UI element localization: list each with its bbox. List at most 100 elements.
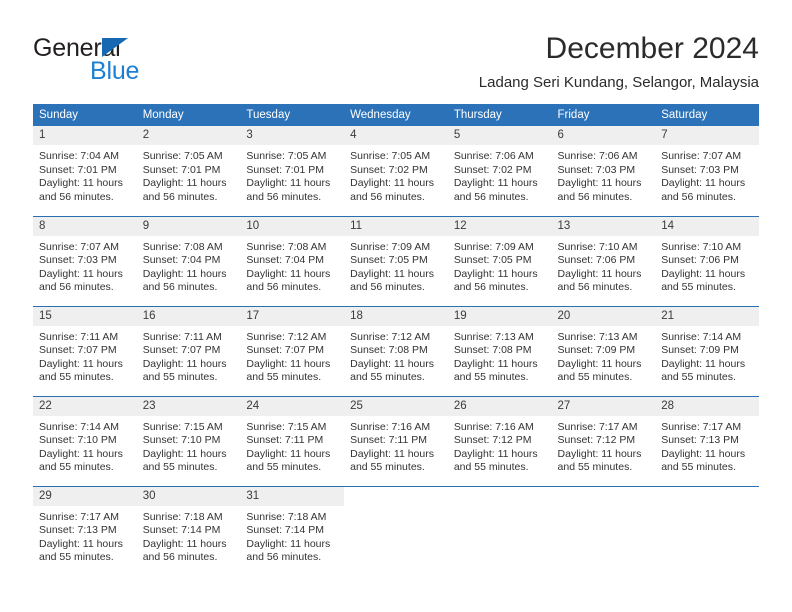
calendar-table: Sunday Monday Tuesday Wednesday Thursday Frid… bbox=[33, 104, 759, 576]
sunrise-time: Sunrise: 7:08 AM bbox=[246, 240, 327, 253]
day-cell[interactable]: 2 Sunrise: 7:05 AM Sunset: 7:01 PM Daylight… bbox=[136, 126, 241, 216]
day-sun-info: Sunrise: 7:16 AM Sunset: 7:11 PM Daylight:… bbox=[344, 416, 448, 475]
sunrise-time: Sunrise: 7:11 AM bbox=[142, 330, 222, 343]
day-cell[interactable]: 5 Sunrise: 7:06 AM Sunset: 7:02 PM Daylight… bbox=[447, 126, 552, 216]
sunrise-time: Sunrise: 7:11 AM bbox=[39, 330, 119, 343]
day-sun-info: Sunrise: 7:13 AM Sunset: 7:09 PM Daylight:… bbox=[552, 326, 656, 385]
day-sun-info: Sunrise: 7:07 AM Sunset: 7:03 PM Daylight:… bbox=[33, 236, 137, 295]
sunrise-time: Sunrise: 7:12 AM bbox=[350, 330, 431, 343]
daylight-duration-line1: Daylight: 11 hours bbox=[661, 177, 746, 190]
sunrise-time: Sunrise: 7:05 AM bbox=[142, 150, 223, 162]
day-number: 23 bbox=[136, 396, 241, 416]
day-cell[interactable]: 29 Sunrise: 7:17 AM Sunset: 7:13 PM Dayligh… bbox=[33, 485, 137, 576]
daylight-duration-line2: and 56 minutes. bbox=[142, 281, 218, 294]
sunset-time: Sunset: 7:01 PM bbox=[142, 163, 221, 176]
daylight-duration-line2: and 55 minutes. bbox=[350, 371, 425, 384]
day-cell[interactable]: 23 Sunrise: 7:15 AM Sunset: 7:10 PM Dayligh… bbox=[136, 395, 241, 486]
day-cell[interactable]: 20 Sunrise: 7:13 AM Sunset: 7:09 PM Dayligh… bbox=[551, 305, 656, 396]
day-cell[interactable]: 9 Sunrise: 7:08 AM Sunset: 7:04 PM Daylight… bbox=[136, 215, 241, 306]
daylight-duration-line1: Daylight: 11 hours bbox=[39, 357, 123, 370]
weekday-header-wednesday: Wednesday bbox=[344, 104, 448, 126]
day-cell[interactable]: 25 Sunrise: 7:16 AM Sunset: 7:11 PM Dayligh… bbox=[344, 395, 448, 486]
day-cell[interactable]: 21 Sunrise: 7:14 AM Sunset: 7:09 PM Dayligh… bbox=[655, 305, 759, 396]
day-cell[interactable]: 18 Sunrise: 7:12 AM Sunset: 7:08 PM Dayligh… bbox=[344, 305, 448, 396]
sunset-time: Sunset: 7:09 PM bbox=[661, 344, 739, 357]
day-sun-info: Sunrise: 7:06 AM Sunset: 7:02 PM Daylight:… bbox=[448, 145, 552, 204]
day-cell[interactable]: 11 Sunrise: 7:09 AM Sunset: 7:05 PM Dayligh… bbox=[344, 215, 448, 306]
day-cell[interactable]: 31 Sunrise: 7:18 AM Sunset: 7:14 PM Dayligh… bbox=[240, 485, 345, 576]
sunset-time: Sunset: 7:01 PM bbox=[246, 163, 325, 176]
day-number: 9 bbox=[136, 216, 241, 236]
day-cell[interactable]: 30 Sunrise: 7:18 AM Sunset: 7:14 PM Dayligh… bbox=[136, 485, 241, 576]
daylight-duration-line1: Daylight: 11 hours bbox=[557, 267, 642, 280]
day-sun-info: Sunrise: 7:18 AM Sunset: 7:14 PM Daylight:… bbox=[137, 506, 241, 565]
day-cell[interactable]: 19 Sunrise: 7:13 AM Sunset: 7:08 PM Dayligh… bbox=[447, 305, 552, 396]
sunset-time: Sunset: 7:01 PM bbox=[39, 163, 117, 176]
day-cell[interactable]: 17 Sunrise: 7:12 AM Sunset: 7:07 PM Dayligh… bbox=[240, 305, 345, 396]
daylight-duration-line2: and 56 minutes. bbox=[453, 281, 529, 294]
sunset-time: Sunset: 7:07 PM bbox=[39, 344, 117, 357]
day-sun-info: Sunrise: 7:07 AM Sunset: 7:03 PM Daylight:… bbox=[655, 145, 759, 204]
sunset-time: Sunset: 7:14 PM bbox=[142, 524, 221, 537]
day-cell[interactable]: 26 Sunrise: 7:16 AM Sunset: 7:12 PM Dayligh… bbox=[447, 395, 552, 486]
day-sun-info: Sunrise: 7:12 AM Sunset: 7:08 PM Daylight:… bbox=[344, 326, 448, 385]
day-cell[interactable]: 16 Sunrise: 7:11 AM Sunset: 7:07 PM Dayligh… bbox=[136, 305, 241, 396]
day-sun-info: Sunrise: 7:13 AM Sunset: 7:08 PM Daylight:… bbox=[448, 326, 552, 385]
weekday-header-monday: Monday bbox=[136, 104, 241, 126]
sunset-time: Sunset: 7:13 PM bbox=[661, 434, 739, 447]
daylight-duration-line1: Daylight: 11 hours bbox=[350, 357, 434, 370]
day-cell[interactable]: 14 Sunrise: 7:10 AM Sunset: 7:06 PM Dayligh… bbox=[655, 215, 759, 306]
daylight-duration-line2: and 56 minutes. bbox=[246, 281, 322, 294]
day-cell-empty bbox=[655, 485, 759, 576]
day-number: 27 bbox=[551, 396, 656, 416]
sunset-time: Sunset: 7:03 PM bbox=[661, 163, 739, 176]
daylight-duration-line2: and 55 minutes. bbox=[661, 371, 736, 384]
day-cell[interactable]: 7 Sunrise: 7:07 AM Sunset: 7:03 PM Daylight… bbox=[655, 126, 759, 216]
sunrise-time: Sunrise: 7:16 AM bbox=[453, 420, 534, 433]
day-sun-info: Sunrise: 7:15 AM Sunset: 7:11 PM Daylight:… bbox=[240, 416, 344, 475]
day-cell[interactable]: 28 Sunrise: 7:17 AM Sunset: 7:13 PM Dayligh… bbox=[655, 395, 759, 486]
daylight-duration-line2: and 55 minutes. bbox=[39, 551, 114, 564]
daylight-duration-line1: Daylight: 11 hours bbox=[39, 177, 123, 190]
sunset-time: Sunset: 7:08 PM bbox=[350, 344, 428, 357]
daylight-duration-line2: and 55 minutes. bbox=[453, 461, 529, 474]
page-subtitle: Ladang Seri Kundang, Selangor, Malaysia bbox=[478, 74, 759, 91]
day-number: 19 bbox=[447, 306, 552, 326]
day-cell[interactable]: 22 Sunrise: 7:14 AM Sunset: 7:10 PM Dayligh… bbox=[33, 395, 137, 486]
day-number: 28 bbox=[655, 396, 759, 416]
day-cell[interactable]: 10 Sunrise: 7:08 AM Sunset: 7:04 PM Dayligh… bbox=[240, 215, 345, 306]
day-cell[interactable]: 6 Sunrise: 7:06 AM Sunset: 7:03 PM Daylight… bbox=[551, 126, 656, 216]
day-cell[interactable]: 15 Sunrise: 7:11 AM Sunset: 7:07 PM Dayligh… bbox=[33, 305, 137, 396]
daylight-duration-line1: Daylight: 11 hours bbox=[557, 447, 642, 460]
calendar-header-row: Sunday Monday Tuesday Wednesday Thursday Frid… bbox=[33, 104, 759, 126]
day-cell[interactable]: 8 Sunrise: 7:07 AM Sunset: 7:03 PM Daylight… bbox=[33, 215, 137, 306]
day-cell[interactable]: 27 Sunrise: 7:17 AM Sunset: 7:12 PM Dayligh… bbox=[551, 395, 656, 486]
daylight-duration-line1: Daylight: 11 hours bbox=[246, 267, 331, 280]
sunset-time: Sunset: 7:04 PM bbox=[142, 254, 221, 267]
day-sun-info: Sunrise: 7:17 AM Sunset: 7:13 PM Daylight:… bbox=[655, 416, 759, 475]
calendar-page: General Blue December 2024 Ladang Seri K… bbox=[0, 0, 792, 612]
daylight-duration-line2: and 56 minutes. bbox=[557, 190, 633, 203]
sunset-time: Sunset: 7:11 PM bbox=[246, 434, 324, 447]
day-cell[interactable]: 24 Sunrise: 7:15 AM Sunset: 7:11 PM Dayligh… bbox=[240, 395, 345, 486]
sunrise-time: Sunrise: 7:10 AM bbox=[557, 240, 638, 253]
day-cell[interactable]: 4 Sunrise: 7:05 AM Sunset: 7:02 PM Daylight… bbox=[344, 126, 448, 216]
sunset-time: Sunset: 7:12 PM bbox=[557, 434, 636, 447]
day-cell[interactable]: 3 Sunrise: 7:05 AM Sunset: 7:01 PM Daylight… bbox=[240, 126, 345, 216]
day-sun-info: Sunrise: 7:08 AM Sunset: 7:04 PM Daylight:… bbox=[240, 236, 344, 295]
daylight-duration-line1: Daylight: 11 hours bbox=[39, 537, 123, 550]
sunrise-time: Sunrise: 7:08 AM bbox=[142, 240, 223, 253]
day-cell[interactable]: 13 Sunrise: 7:10 AM Sunset: 7:06 PM Dayligh… bbox=[551, 215, 656, 306]
day-number: 21 bbox=[655, 306, 759, 326]
weekday-header-thursday: Thursday bbox=[447, 104, 552, 126]
sunrise-time: Sunrise: 7:04 AM bbox=[39, 150, 119, 162]
day-number: 2 bbox=[136, 126, 241, 145]
day-number: 3 bbox=[240, 126, 345, 145]
sunset-time: Sunset: 7:11 PM bbox=[350, 434, 427, 447]
day-number bbox=[655, 487, 759, 506]
day-cell[interactable]: 1 Sunrise: 7:04 AM Sunset: 7:01 PM Daylight… bbox=[33, 126, 137, 216]
daylight-duration-line2: and 55 minutes. bbox=[142, 461, 218, 474]
day-sun-info: Sunrise: 7:06 AM Sunset: 7:03 PM Daylight:… bbox=[552, 145, 656, 204]
daylight-duration-line1: Daylight: 11 hours bbox=[557, 357, 642, 370]
day-cell[interactable]: 12 Sunrise: 7:09 AM Sunset: 7:05 PM Dayligh… bbox=[447, 215, 552, 306]
